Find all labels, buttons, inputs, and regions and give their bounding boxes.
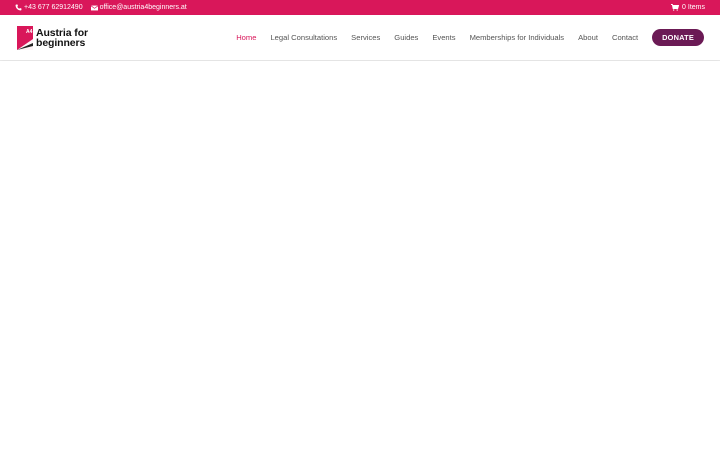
nav-item-guides[interactable]: Guides	[394, 33, 418, 42]
phone-number: +43 677 62912490	[24, 4, 83, 11]
logo-text: Austria for beginners	[36, 28, 88, 49]
email-link[interactable]: office@austria4beginners.at	[90, 0, 187, 15]
main-navigation: Home Legal Consultations Services Guides…	[222, 15, 704, 60]
nav-item-events[interactable]: Events	[432, 33, 455, 42]
nav-item-legal-consultations[interactable]: Legal Consultations	[270, 33, 337, 42]
nav-item-services[interactable]: Services	[351, 33, 380, 42]
top-bar: +43 677 62912490 office@austria4beginner…	[0, 0, 720, 15]
nav-item-about[interactable]: About	[578, 33, 598, 42]
cart-link[interactable]: 0 Items	[671, 0, 705, 15]
logo-mark: A4	[17, 26, 33, 50]
nav-item-contact[interactable]: Contact	[612, 33, 638, 42]
svg-text:A4: A4	[26, 29, 33, 35]
site-header: A4 Austria for beginners Home Legal Cons…	[0, 15, 720, 60]
envelope-icon	[90, 4, 98, 11]
contact-info: +43 677 62912490 office@austria4beginner…	[15, 0, 187, 15]
nav-item-home[interactable]: Home	[236, 33, 256, 42]
nav-item-memberships[interactable]: Memberships for Individuals	[470, 33, 565, 42]
email-address: office@austria4beginners.at	[99, 4, 187, 11]
shopping-cart-icon	[671, 4, 680, 11]
cart-count: 0 Items	[682, 4, 705, 11]
main-content-area	[0, 61, 720, 450]
phone-icon	[15, 4, 22, 11]
site-logo[interactable]: A4 Austria for beginners	[17, 26, 88, 50]
donate-button[interactable]: DONATE	[652, 29, 704, 46]
phone-link[interactable]: +43 677 62912490	[15, 0, 83, 15]
logo-line-2: beginners	[36, 37, 86, 49]
